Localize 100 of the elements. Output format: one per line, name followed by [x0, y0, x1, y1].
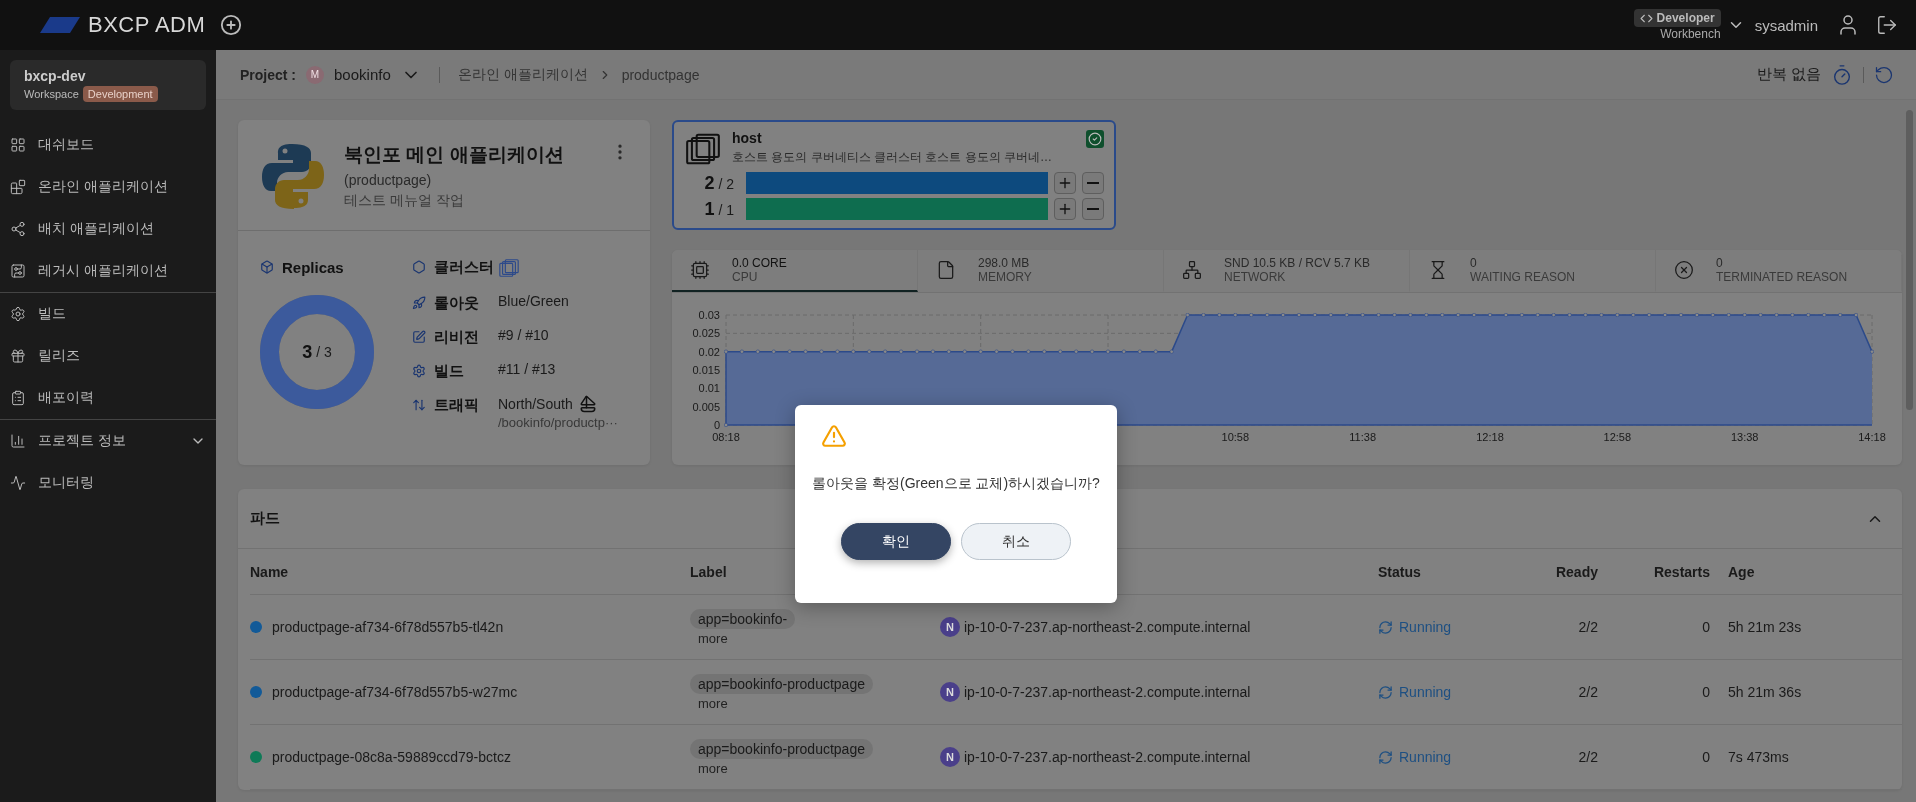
detail-label: 클러스터 — [434, 257, 494, 277]
project-name: bookinfo — [334, 66, 391, 83]
sidebar-item[interactable]: 대쉬보드 — [0, 124, 216, 166]
metric-label: CPU — [732, 270, 759, 284]
ready-count: 2/2 — [1578, 684, 1598, 700]
logo-icon — [40, 17, 80, 33]
x-circle-icon — [1674, 260, 1694, 280]
refresh-icon[interactable] — [1874, 64, 1894, 85]
column-header: Ready — [1518, 549, 1598, 595]
app-logo: BXCP ADM — [88, 12, 206, 38]
metric-value: SND 10.5 KB / RCV 5.7 KB — [1224, 256, 1371, 270]
sailboat-icon — [578, 395, 597, 413]
metric-tab[interactable]: 0 TERMINATED REASON — [1656, 250, 1902, 292]
cube-icon — [260, 260, 274, 274]
python-logo — [260, 142, 326, 210]
clipboard-icon — [10, 390, 26, 406]
blocks-icon — [10, 179, 26, 195]
app-description: 테스트 메뉴얼 작업 — [344, 192, 465, 210]
minus-button[interactable] — [1082, 172, 1104, 194]
pod-age: 5h 21m 23s — [1728, 619, 1802, 635]
app-title: 북인포 메인 애플리케이션 — [344, 143, 565, 167]
sidebar-item[interactable]: 릴리즈 — [0, 335, 216, 377]
hexagon-icon — [412, 260, 426, 274]
column-header: Status — [1378, 549, 1518, 595]
stacked-squares-icon — [498, 257, 520, 279]
minus-button[interactable] — [1082, 198, 1104, 220]
node-badge: N — [940, 617, 960, 637]
dialog-message: 롤아웃을 확정(Green으로 교체)하시겠습니까? — [811, 475, 1101, 493]
label-tag: app=bookinfo- — [690, 608, 796, 629]
plus-button[interactable] — [1054, 198, 1076, 220]
sidebar-item[interactable]: 온라인 애플리케이션 — [0, 166, 216, 208]
pod-status: Running — [1399, 619, 1452, 635]
detail-label: 리비전 — [434, 327, 479, 347]
column-header: Name — [250, 549, 690, 595]
detail-label: 빌드 — [434, 361, 464, 381]
plus-icon — [1057, 201, 1073, 217]
sync-icon — [1378, 619, 1393, 635]
metric-tab[interactable]: SND 10.5 KB / RCV 5.7 KB NETWORK — [1164, 250, 1410, 292]
sidebar-item[interactable]: 프로젝트 정보 — [0, 420, 216, 462]
restart-count: 0 — [1702, 749, 1710, 765]
pulse-icon — [10, 475, 26, 491]
add-icon[interactable] — [220, 14, 242, 36]
nodes-icon — [10, 221, 26, 237]
chart-icon — [10, 433, 26, 449]
more-link[interactable]: more — [690, 760, 728, 776]
logout-icon[interactable] — [1876, 14, 1898, 36]
metric-label: NETWORK — [1224, 270, 1287, 284]
detail-label: 트래픽 — [434, 395, 479, 415]
more-link[interactable]: more — [690, 695, 728, 711]
metric-tab[interactable]: 0 WAITING REASON — [1410, 250, 1656, 292]
x-tick-label: 10:58 — [1221, 431, 1250, 443]
timer-icon[interactable] — [1831, 63, 1853, 86]
gift-icon — [10, 348, 26, 364]
y-tick-label: 0.02 — [698, 345, 720, 358]
node-name: ip-10-0-7-237.ap-northeast-2.compute.internal — [964, 619, 1251, 635]
app-subtitle: (productpage) — [344, 172, 433, 188]
node-name: ip-10-0-7-237.ap-northeast-2.compute.internal — [964, 749, 1251, 765]
plus-icon — [1057, 175, 1073, 191]
sidebar-item[interactable]: 빌드 — [0, 293, 216, 335]
metric-value: 0.0 CORE — [732, 256, 787, 270]
metric-label: MEMORY — [978, 270, 1032, 284]
user-name: sysadmin — [1754, 16, 1818, 34]
edit-icon — [412, 330, 426, 344]
file-icon — [936, 260, 956, 280]
y-tick-label: 0.005 — [692, 400, 720, 413]
arrows-icon — [412, 398, 426, 412]
confirm-button[interactable]: 확인 — [841, 523, 951, 560]
sidebar-item[interactable]: 배치 애플리케이션 — [0, 208, 216, 250]
bar-total: / 1 — [718, 201, 734, 218]
column-header: Restarts — [1598, 549, 1710, 595]
workspace-card[interactable]: bxcp-dev Workspace Development — [10, 60, 206, 110]
y-tick-label: 0.015 — [692, 364, 720, 376]
role-badge: Developer — [1633, 9, 1721, 27]
sidebar-item[interactable]: 배포이력 — [0, 377, 216, 419]
metric-tab[interactable]: 298.0 MB MEMORY — [918, 250, 1164, 292]
workspace-label: Workspace — [24, 88, 79, 100]
sync-icon — [1378, 684, 1393, 700]
more-link[interactable]: more — [690, 630, 728, 646]
metric-label: TERMINATED REASON — [1716, 270, 1848, 284]
project-avatar: M — [306, 65, 324, 84]
node-badge: N — [940, 682, 960, 702]
sidebar-item[interactable]: 모니터링 — [0, 462, 216, 504]
pod-status: Running — [1399, 684, 1452, 700]
metric-label: WAITING REASON — [1470, 270, 1575, 284]
project-label: Project : — [240, 66, 296, 83]
label-tag: app=bookinfo-productpage — [690, 673, 873, 694]
cancel-button[interactable]: 취소 — [961, 523, 1071, 560]
detail-value: Blue/Green — [498, 293, 570, 309]
metric-tab[interactable]: 0.0 CORE CPU — [672, 250, 918, 292]
plus-button[interactable] — [1054, 172, 1076, 194]
traffic-path: /bookinfo/productp··· — [498, 415, 618, 430]
replicas-total: / 3 — [316, 344, 332, 360]
metric-value: 298.0 MB — [978, 256, 1031, 270]
network-icon — [1182, 260, 1202, 280]
rocket-icon — [412, 296, 426, 310]
sidebar-item[interactable]: 레거시 애플리케이션 — [0, 250, 216, 292]
circuit-icon — [10, 263, 26, 279]
ready-count: 2/2 — [1578, 619, 1598, 635]
metric-value: 0 — [1716, 256, 1724, 270]
pod-name: productpage-08c8a-59889ccd79-bctcz — [272, 749, 511, 765]
